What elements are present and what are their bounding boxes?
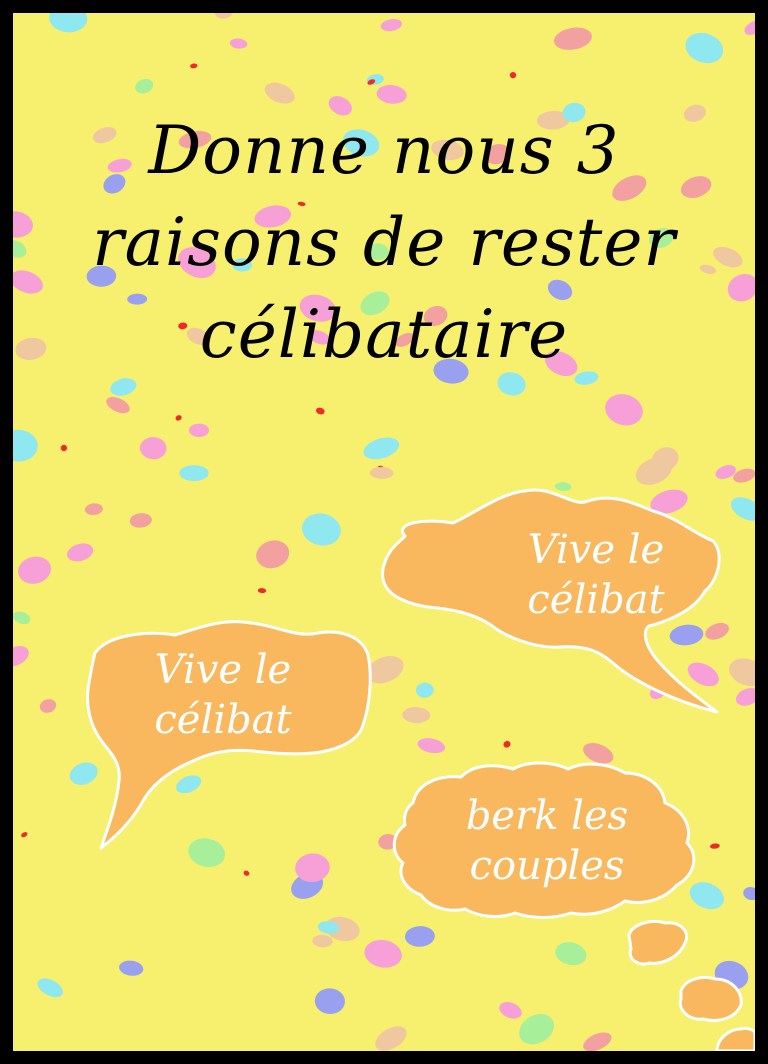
speech-bubble-right: Vive le célibat	[475, 525, 717, 625]
speech-bubble-right-line-2: célibat	[527, 577, 665, 623]
thought-bubble-line-2: couples	[469, 843, 625, 889]
thought-bubble-trail-3	[715, 1027, 755, 1051]
speech-bubble-left-line-2: célibat	[154, 697, 292, 743]
thought-bubble-line-1: berk les	[465, 793, 629, 839]
speech-bubble-left: Vive le célibat	[107, 645, 339, 745]
thought-bubble: berk les couples	[417, 791, 677, 891]
speech-bubble-right-line-1: Vive le	[527, 527, 665, 573]
thought-bubble-trail-1	[627, 920, 688, 966]
poster: Donne nous 3 raisons de rester célibatai…	[0, 0, 768, 1064]
thought-bubble-trail-2	[678, 976, 743, 1022]
speech-bubble-left-line-1: Vive le	[154, 647, 292, 693]
